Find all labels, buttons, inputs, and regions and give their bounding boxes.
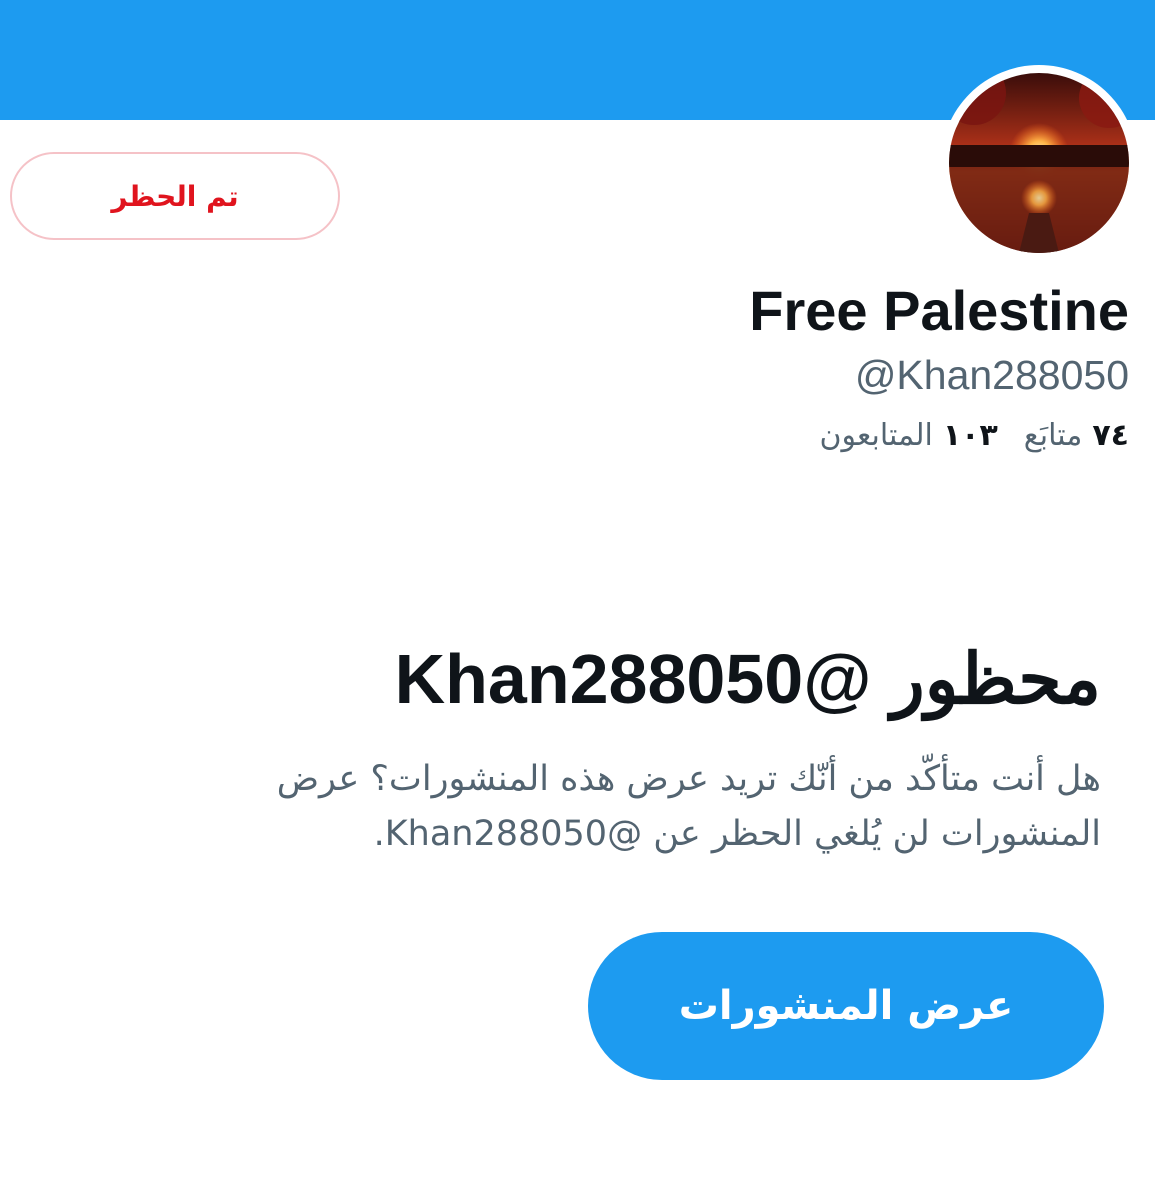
profile-display-name: Free Palestine — [749, 279, 1129, 342]
profile-page: تم الحظر Free Palestine @Khan288050 ٧٤ م… — [0, 0, 1155, 1200]
blocked-button[interactable]: تم الحظر — [10, 152, 340, 240]
followers-label: المتابعون — [819, 418, 933, 453]
following-count: ٧٤ — [1092, 418, 1129, 453]
view-posts-button-label: عرض المنشورات — [678, 983, 1014, 1029]
blocked-button-label: تم الحظر — [111, 179, 239, 213]
followers-stat[interactable]: ١٠٣ المتابعون — [819, 418, 997, 453]
profile-avatar[interactable] — [941, 65, 1137, 261]
profile-handle: @Khan288050 — [854, 352, 1129, 398]
profile-stats: ٧٤ متابَع ١٠٣ المتابعون — [819, 418, 1129, 453]
blocked-notice-description: هل أنت متأكّد من أنّك تريد عرض هذه المنش… — [276, 759, 1101, 854]
following-label: متابَع — [1023, 418, 1083, 453]
view-posts-button[interactable]: عرض المنشورات — [588, 932, 1104, 1080]
sunset-lake-avatar-icon — [949, 73, 1129, 253]
following-stat[interactable]: ٧٤ متابَع — [1024, 418, 1129, 453]
blocked-notice-title: محظور @Khan288050 — [394, 640, 1101, 718]
followers-count: ١٠٣ — [942, 418, 998, 453]
